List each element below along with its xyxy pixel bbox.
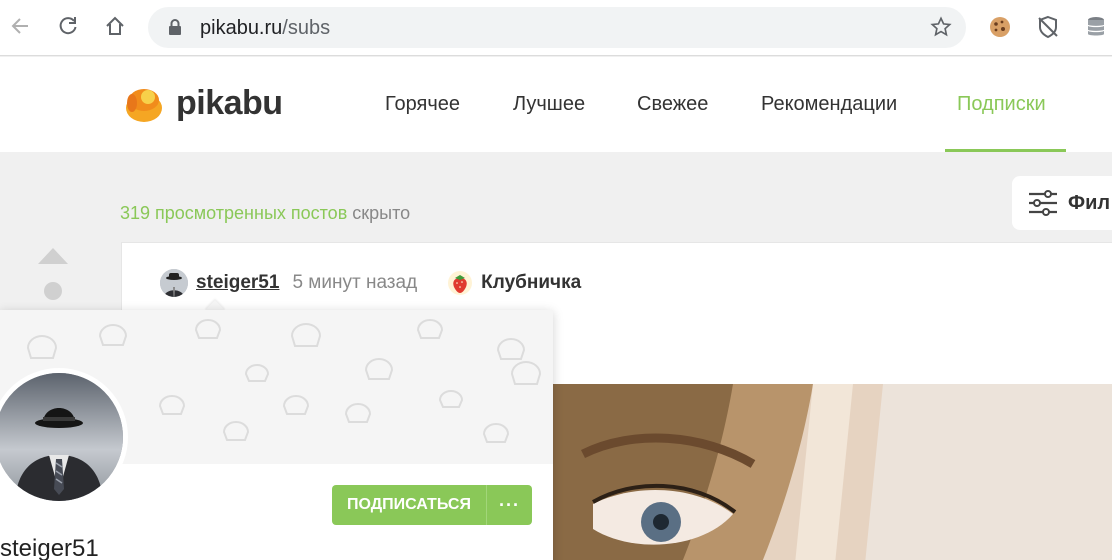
post-meta: steiger51 5 минут назад Клубничка <box>160 268 581 298</box>
upvote-icon[interactable] <box>38 248 68 264</box>
community-link[interactable]: Клубничка <box>447 270 581 296</box>
logo-text: pikabu <box>176 83 283 122</box>
post-photo[interactable] <box>553 384 1112 560</box>
star-icon[interactable] <box>930 16 952 43</box>
filter-button[interactable]: Фил <box>1012 176 1112 230</box>
database-extension-icon[interactable] <box>1082 12 1110 42</box>
subscribe-button[interactable]: ПОДПИСАТЬСЯ <box>332 485 486 525</box>
nav-fresh[interactable]: Свежее <box>637 93 708 116</box>
filter-label: Фил <box>1068 191 1111 214</box>
pikabu-logo-icon <box>126 89 162 122</box>
author-link[interactable]: steiger51 <box>196 272 279 294</box>
reload-icon[interactable] <box>52 10 84 42</box>
community-name: Клубничка <box>481 272 582 293</box>
hidden-suffix: скрыто <box>352 203 411 223</box>
profile-popup: ПОДПИСАТЬСЯ ··· steiger51 <box>0 310 553 560</box>
hidden-posts-notice: 319 просмотренных постов скрыто <box>120 203 410 224</box>
active-tab-indicator <box>945 149 1066 152</box>
strawberry-icon <box>448 271 473 295</box>
shield-extension-icon[interactable] <box>1034 12 1062 42</box>
nav-recommendations[interactable]: Рекомендации <box>761 93 897 116</box>
profile-username[interactable]: steiger51 <box>0 535 99 560</box>
address-bar[interactable]: pikabu.ru/subs <box>148 7 966 48</box>
vote-indicator <box>44 282 62 300</box>
subscribe-button-group: ПОДПИСАТЬСЯ ··· <box>332 485 532 525</box>
back-icon[interactable] <box>4 10 36 42</box>
author-avatar[interactable] <box>160 269 188 297</box>
url-text: pikabu.ru/subs <box>200 17 331 39</box>
post-time: 5 минут назад <box>292 272 418 293</box>
filter-sliders-icon <box>1029 190 1057 216</box>
site-header: pikabu Горячее Лучшее Свежее Рекомендаци… <box>0 57 1112 152</box>
nav-subscriptions[interactable]: Подписки <box>957 93 1046 116</box>
nav-hot[interactable]: Горячее <box>385 93 460 116</box>
more-options-button[interactable]: ··· <box>485 485 532 525</box>
hidden-posts-link[interactable]: 319 просмотренных постов <box>120 203 347 223</box>
home-icon[interactable] <box>99 10 131 42</box>
profile-avatar[interactable] <box>0 368 128 506</box>
nav-best[interactable]: Лучшее <box>513 93 585 116</box>
lock-icon[interactable] <box>168 19 182 41</box>
cookie-extension-icon[interactable] <box>986 12 1014 42</box>
browser-toolbar: pikabu.ru/subs <box>0 0 1112 56</box>
site-logo[interactable]: pikabu <box>122 81 283 125</box>
